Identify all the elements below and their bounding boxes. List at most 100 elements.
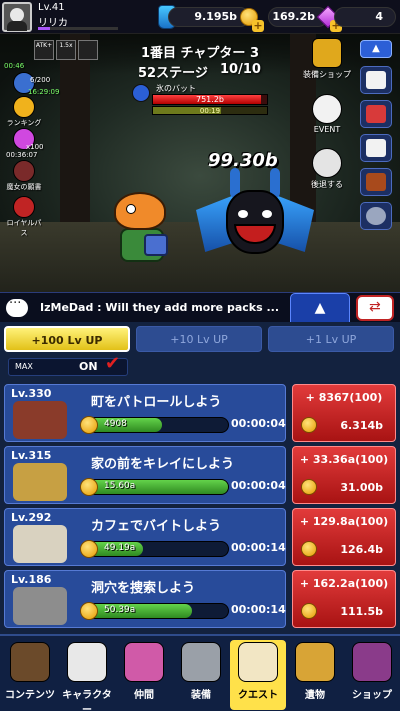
buff-slot[interactable]	[78, 40, 98, 60]
equipment-shop-label: 装備ショップ	[303, 70, 351, 79]
quest-increase: + 162.2a(100)	[299, 577, 389, 590]
quest-icon	[238, 642, 278, 682]
event-label: EVENT	[313, 125, 341, 134]
nav-item-contents[interactable]: コンテンツ	[2, 640, 58, 710]
royal-pass-button[interactable]: ロイヤルパ ス	[0, 196, 48, 238]
nav-label: 装備	[191, 690, 211, 701]
calendar-button[interactable]	[360, 66, 392, 94]
witch-event-button[interactable]: 魔女の願書	[0, 160, 48, 192]
quest-card[interactable]: Lv.330 町をパトロールしよう 4908 00:00:04	[4, 384, 286, 442]
quest-name: 洞穴を捜索しよう	[91, 581, 196, 596]
mission-button[interactable]	[360, 100, 392, 128]
quest-upgrade-button[interactable]: + 8367(100) 6.314b	[292, 384, 396, 442]
player-character	[104, 192, 184, 274]
quest-time: 00:00:04	[231, 417, 286, 430]
quest-name: 町をパトロールしよう	[91, 395, 222, 410]
top-bar: Lv.41 リリカ 9.195b + 169.2b + 4	[0, 0, 400, 34]
buff-slot[interactable]: ATK+	[34, 40, 54, 60]
stage-timer-value: 00:19	[199, 107, 221, 115]
coin-icon	[301, 417, 317, 433]
left-timer-3: 00:36:07	[6, 151, 38, 159]
quest-panel: +100 Lv UP +10 Lv UP +1 Lv UP MAX ON ✔ L…	[0, 322, 400, 634]
tab-10-lv-up[interactable]: +10 Lv UP	[136, 326, 262, 352]
collapse-button[interactable]: ▲	[360, 40, 392, 58]
quest-card[interactable]: Lv.186 洞穴を捜索しよう 50.39a 00:00:14	[4, 570, 286, 628]
quest-level: Lv.186	[11, 573, 52, 586]
nav-item-shop[interactable]: ショップ	[344, 640, 400, 710]
nav-label: ショップ	[352, 690, 392, 701]
nav-item-equipment[interactable]: 装備	[173, 640, 229, 710]
equipment-icon	[181, 642, 221, 682]
tree-trunk	[60, 34, 90, 234]
equipment-shop-button[interactable]: 装備ショップ	[298, 38, 356, 80]
retreat-label: 後退する	[311, 180, 343, 189]
quest-cost: 111.5b	[340, 605, 383, 618]
quest-name: カフェでバイトしよう	[91, 519, 222, 534]
level-up-tabs: +100 Lv UP +10 Lv UP +1 Lv UP	[4, 326, 396, 352]
enemy-hp-value: 751.2b	[196, 95, 224, 104]
settings-button[interactable]	[360, 202, 392, 230]
quest-row: Lv.186 洞穴を捜索しよう 50.39a 00:00:14 + 162.2a…	[4, 570, 396, 628]
avatar-head	[10, 8, 24, 22]
chat-message: IzMeDad : Will they add more packs ...	[40, 301, 279, 314]
quest-cost: 31.00b	[340, 481, 383, 494]
tab-1-lv-up[interactable]: +1 Lv UP	[268, 326, 394, 352]
quest-card[interactable]: Lv.292 カフェでバイトしよう 49.19a 00:00:14	[4, 508, 286, 566]
gear-icon	[366, 207, 386, 225]
chest-button[interactable]	[360, 168, 392, 196]
quest-reward: 15.60a	[104, 481, 136, 491]
nav-label: キャラクター	[62, 690, 112, 711]
avatar-body	[7, 21, 27, 31]
coin-icon	[301, 603, 317, 619]
gem-value: 169.2b	[272, 10, 315, 23]
nav-item-relic[interactable]: 遺物	[287, 640, 343, 710]
quest-level: Lv.330	[11, 387, 52, 400]
quest-upgrade-button[interactable]: + 162.2a(100) 111.5b	[292, 570, 396, 628]
tab-100-lv-up[interactable]: +100 Lv UP	[4, 326, 130, 352]
nav-item-companion[interactable]: 仲間	[116, 640, 172, 710]
retreat-button[interactable]: 後退する	[298, 148, 356, 190]
hero-head	[114, 192, 166, 230]
enemy-name: 氷のバット	[156, 84, 196, 93]
player-avatar[interactable]	[2, 2, 32, 32]
quest-level: Lv.292	[11, 511, 52, 524]
quest-row: Lv.330 町をパトロールしよう 4908 00:00:04 + 8367(1…	[4, 384, 396, 442]
quest-upgrade-button[interactable]: + 33.36a(100) 31.00b	[292, 446, 396, 504]
nav-item-character[interactable]: キャラクター	[59, 640, 115, 711]
mail-box-button[interactable]	[360, 134, 392, 162]
chat-channel-button[interactable]	[356, 295, 394, 321]
max-label: MAX	[15, 362, 33, 371]
quest-name: 家の前をキレイにしよう	[91, 457, 235, 472]
quest-upgrade-button[interactable]: + 129.8a(100) 126.4b	[292, 508, 396, 566]
nav-label: コンテンツ	[5, 690, 55, 701]
royal-pass-label: ロイヤルパ ス	[6, 219, 42, 237]
quest-icon	[13, 525, 67, 563]
coin-icon	[80, 416, 98, 434]
nav-item-quest[interactable]: クエスト	[230, 640, 286, 710]
buff-slot[interactable]: 1.5x	[56, 40, 76, 60]
stage-progress: 10/10	[220, 62, 261, 77]
event-button[interactable]: EVENT	[298, 94, 356, 134]
gold-value: 9.195b	[194, 10, 237, 23]
xp-bar-fill	[38, 27, 50, 30]
boss-eye	[262, 210, 272, 218]
ice-bat-boss[interactable]	[196, 168, 314, 272]
quest-time: 00:00:14	[231, 603, 286, 616]
quest-icon	[13, 401, 67, 439]
max-toggle[interactable]: MAX ON ✔	[8, 353, 128, 376]
chat-bubble-icon	[6, 296, 28, 317]
quest-row: Lv.315 家の前をキレイにしよう 15.60a 00:00:04 + 33.…	[4, 446, 396, 504]
contents-icon	[10, 642, 50, 682]
ranking-button[interactable]: ランキング	[0, 96, 48, 128]
relic-icon	[295, 642, 335, 682]
left-timer-2: 16:29:09	[28, 88, 60, 96]
mail-counter: 6/200	[30, 76, 51, 84]
quest-card[interactable]: Lv.315 家の前をキレイにしよう 15.60a 00:00:04	[4, 446, 286, 504]
buff-label: 1.5x	[59, 42, 73, 49]
nav-label: クエスト	[238, 690, 278, 701]
boss-body	[226, 190, 284, 254]
panel-toggle-button[interactable]: ▲	[290, 293, 350, 323]
add-gold-button[interactable]: +	[252, 20, 264, 32]
checkmark-icon: ✔	[105, 353, 121, 374]
chat-bar[interactable]: IzMeDad : Will they add more packs ... ▲	[0, 292, 400, 323]
